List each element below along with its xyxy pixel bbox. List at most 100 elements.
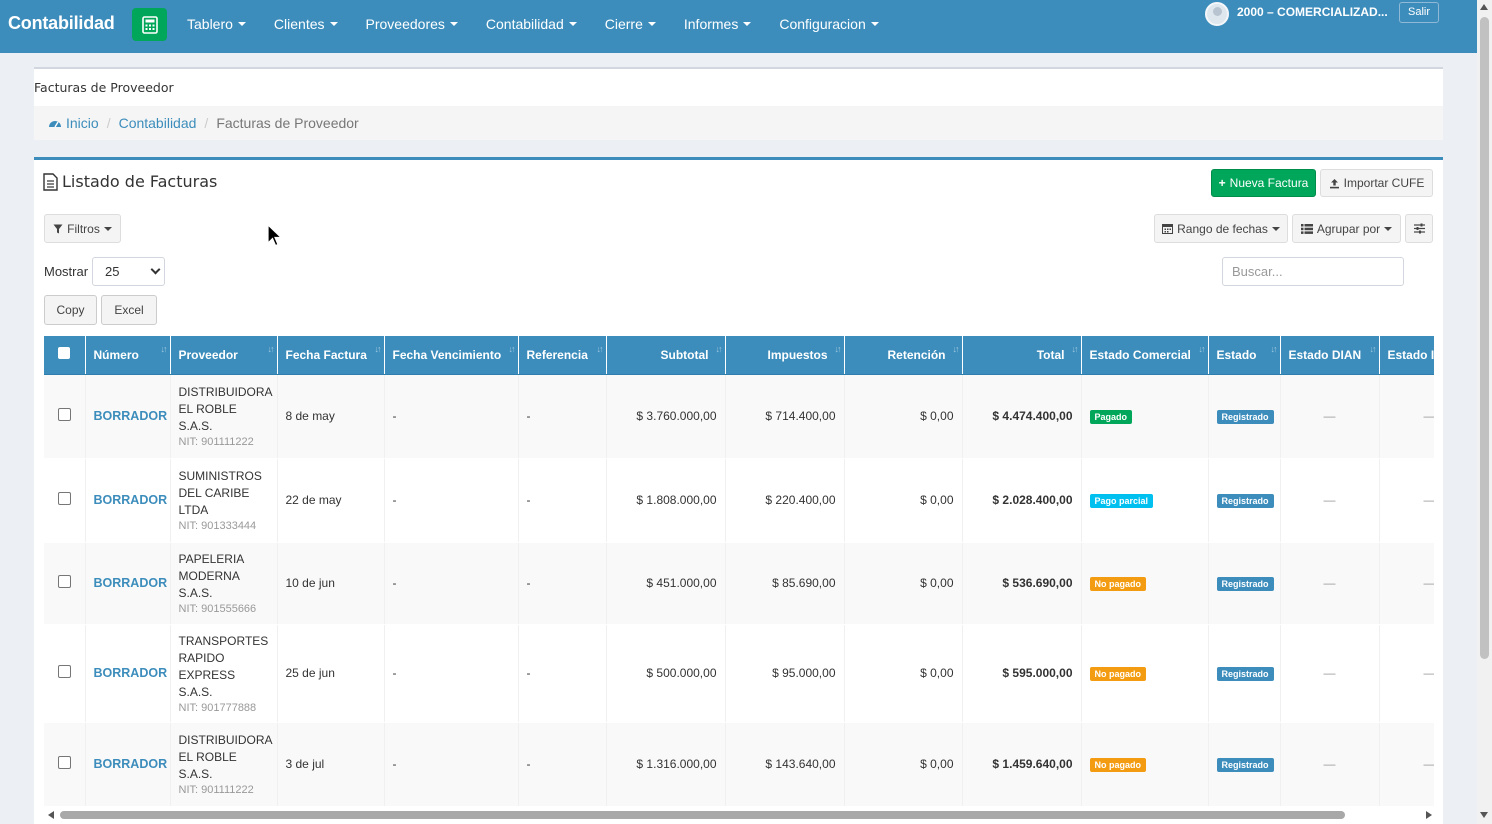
scroll-left-arrow-icon[interactable] xyxy=(48,811,54,819)
horizontal-scrollbar[interactable] xyxy=(44,808,1434,822)
row-checkbox[interactable] xyxy=(57,665,71,678)
user-avatar[interactable] xyxy=(1205,2,1229,26)
invoice-list-box: Listado de Facturas + Nueva Factura Impor… xyxy=(34,157,1443,824)
breadcrumb-contabilidad[interactable]: Contabilidad xyxy=(119,115,197,131)
menu-tablero[interactable]: Tablero xyxy=(173,16,260,32)
show-entries-label: Mostrar xyxy=(44,264,89,279)
table-row[interactable]: BORRADOR PAPELERIA MODERNA S.A.S. NIT: 901… xyxy=(44,542,1434,625)
estado-extra-cell: — xyxy=(1379,374,1434,459)
invoice-number-link[interactable]: BORRADOR xyxy=(94,757,168,771)
menu-cierre[interactable]: Cierre xyxy=(591,16,670,32)
numero-cell: BORRADOR xyxy=(85,374,171,459)
column-header-proveedor[interactable]: Proveedor ↓↑ xyxy=(170,336,278,375)
horizontal-scrollbar-thumb[interactable] xyxy=(60,811,1345,819)
menu-proveedores[interactable]: Proveedores xyxy=(352,16,472,32)
row-checkbox[interactable] xyxy=(57,756,71,769)
proveedor-cell: PAPELERIA MODERNA S.A.S. NIT: 901555666 xyxy=(170,542,278,625)
column-header-numero[interactable]: Número ↓↑ xyxy=(85,336,171,375)
vencimiento-cell: - xyxy=(384,722,519,807)
menu-label: Proveedores xyxy=(365,16,445,32)
impuestos-cell: $ 95.000,00 xyxy=(725,624,845,723)
row-checkbox[interactable] xyxy=(57,575,71,588)
breadcrumb-home[interactable]: Inicio xyxy=(48,115,99,131)
breadcrumb-separator: / xyxy=(204,115,209,131)
status-badge: Registrado xyxy=(1216,757,1274,772)
table-row[interactable]: BORRADOR SUMINISTROS DEL CARIBE LTDA NIT: … xyxy=(44,458,1434,543)
sort-icon: ↓↑ xyxy=(1198,344,1206,354)
sort-icon: ↓↑ xyxy=(1369,344,1377,354)
column-header-fecha-factura[interactable]: Fecha Factura ↓↑ xyxy=(277,336,385,375)
dashboard-icon xyxy=(49,121,61,128)
show-entries-select[interactable]: 25 xyxy=(92,257,165,286)
column-header-retencion[interactable]: Retención ↓↑ xyxy=(844,336,963,375)
filters-label: Filtros xyxy=(67,221,100,236)
column-settings-button[interactable] xyxy=(1405,214,1433,243)
menu-label: Cierre xyxy=(604,16,643,32)
column-label: Estado DIAN xyxy=(1288,347,1362,362)
copy-button[interactable]: Copy xyxy=(44,295,97,325)
column-header-estado-extra[interactable]: Estado I xyxy=(1379,336,1434,375)
fecha-cell: 8 de may xyxy=(277,374,385,459)
column-header-fecha-vencimiento[interactable]: Fecha Vencimiento ↓↑ xyxy=(384,336,519,375)
column-label: Estado Comercial xyxy=(1089,347,1191,362)
group-by-button[interactable]: Agrupar por xyxy=(1292,214,1401,243)
search-input[interactable]: Buscar... xyxy=(1222,257,1404,286)
row-checkbox[interactable] xyxy=(57,492,71,505)
impuestos-cell: $ 220.400,00 xyxy=(725,458,845,543)
caret-down-icon xyxy=(103,226,112,231)
filters-button[interactable]: Filtros xyxy=(44,214,121,243)
scroll-down-arrow-icon[interactable] xyxy=(1480,812,1488,818)
column-label: Subtotal xyxy=(660,347,709,362)
invoice-number-link[interactable]: BORRADOR xyxy=(94,409,168,423)
supplier-name: DISTRIBUIDORA EL ROBLE S.A.S. xyxy=(178,385,272,433)
sort-icon: ↓↑ xyxy=(1270,344,1278,354)
column-header-estado-dian[interactable]: Estado DIAN ↓↑ xyxy=(1280,336,1380,375)
menu-contabilidad[interactable]: Contabilidad xyxy=(472,16,591,32)
invoice-number-link[interactable]: BORRADOR xyxy=(94,666,168,680)
menu-clientes[interactable]: Clientes xyxy=(260,16,352,32)
app-brand[interactable]: Contabilidad xyxy=(8,13,115,34)
retencion-cell: $ 0,00 xyxy=(844,374,963,459)
file-text-icon xyxy=(43,172,58,191)
invoice-number-link[interactable]: BORRADOR xyxy=(94,493,168,507)
show-entries-value: 25 xyxy=(105,264,120,279)
menu-informes[interactable]: Informes xyxy=(670,16,765,32)
column-label: Número xyxy=(93,347,139,362)
table-row[interactable]: BORRADOR TRANSPORTES RAPIDO EXPRESS S.A.S… xyxy=(44,624,1434,723)
column-header-subtotal[interactable]: Subtotal ↓↑ xyxy=(606,336,726,375)
date-range-label: Rango de fechas xyxy=(1177,221,1268,236)
select-all-header[interactable] xyxy=(44,336,86,375)
vertical-scrollbar[interactable] xyxy=(1477,0,1492,824)
column-header-estado-comercial[interactable]: Estado Comercial ↓↑ xyxy=(1081,336,1209,375)
table-header-row: Número ↓↑ Proveedor ↓↑ Fecha Factura ↓↑ Fec… xyxy=(44,336,1434,375)
scroll-right-arrow-icon[interactable] xyxy=(1426,811,1432,819)
column-header-impuestos[interactable]: Impuestos ↓↑ xyxy=(725,336,845,375)
estado-cell: Registrado xyxy=(1208,624,1281,723)
column-header-referencia[interactable]: Referencia ↓↑ xyxy=(518,336,607,375)
table-row[interactable]: BORRADOR DISTRIBUIDORA EL ROBLE S.A.S. NIT… xyxy=(44,374,1434,459)
date-range-button[interactable]: Rango de fechas xyxy=(1154,214,1288,243)
row-checkbox[interactable] xyxy=(57,408,71,421)
invoice-number-link[interactable]: BORRADOR xyxy=(94,576,168,590)
supplier-name: DISTRIBUIDORA EL ROBLE S.A.S. xyxy=(178,733,272,781)
import-cufe-button[interactable]: Importar CUFE xyxy=(1320,169,1433,197)
sort-icon: ↓↑ xyxy=(374,344,382,354)
scroll-up-arrow-icon[interactable] xyxy=(1480,4,1488,10)
numero-cell: BORRADOR xyxy=(85,458,171,543)
excel-button[interactable]: Excel xyxy=(101,295,157,325)
table-row[interactable]: BORRADOR DISTRIBUIDORA EL ROBLE S.A.S. NIT… xyxy=(44,722,1434,807)
scrollbar-thumb[interactable] xyxy=(1480,17,1489,659)
column-header-estado[interactable]: Estado ↓↑ xyxy=(1208,336,1281,375)
status-badge: Registrado xyxy=(1216,493,1274,508)
calendar-icon xyxy=(1162,224,1174,234)
status-badge: Registrado xyxy=(1216,576,1274,591)
menu-configuracion[interactable]: Configuracion xyxy=(765,16,892,32)
numero-cell: BORRADOR xyxy=(85,542,171,625)
subtotal-cell: $ 451.000,00 xyxy=(606,542,726,625)
column-header-total[interactable]: Total ↓↑ xyxy=(962,336,1082,375)
calculator-icon[interactable] xyxy=(132,8,167,41)
new-invoice-button[interactable]: + Nueva Factura xyxy=(1211,169,1316,197)
select-all-checkbox[interactable] xyxy=(58,347,71,360)
user-company-name[interactable]: 2000 – COMERCIALIZAD... xyxy=(1237,5,1388,19)
logout-button[interactable]: Salir xyxy=(1399,2,1440,23)
